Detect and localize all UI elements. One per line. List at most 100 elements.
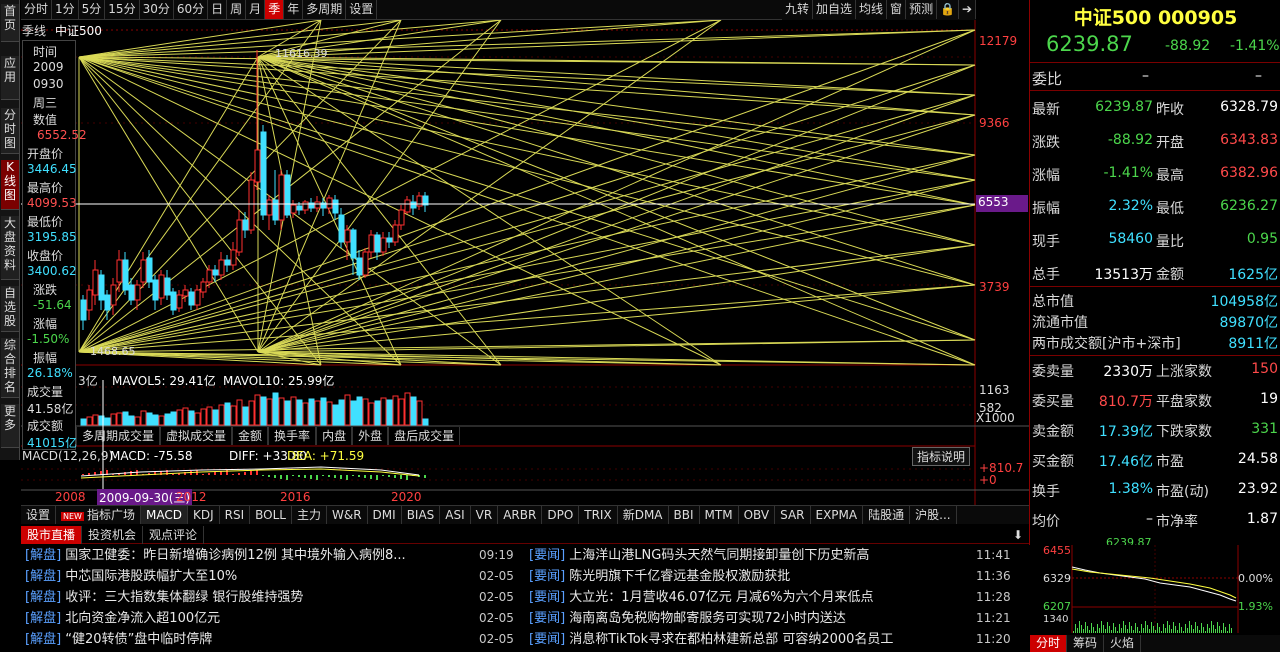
nav-timeshare[interactable]: 分时图 <box>1 108 19 154</box>
period-tab-6[interactable]: 日 <box>208 0 228 19</box>
indicator-tab-1[interactable]: NEW 指标广场 <box>56 506 141 524</box>
indicator-tab-5[interactable]: BOLL <box>250 506 292 524</box>
news-item[interactable]: [要闻] 上海洋山港LNG码头天然气同期接卸量创下历史新高 <box>529 545 969 566</box>
news-item[interactable]: [要闻] 消息称TikTok寻求在都柏林建新总部 可容纳2000名员工 <box>529 629 969 650</box>
indicator-help-button[interactable]: 指标说明 <box>912 447 971 466</box>
volume-tab-6[interactable]: 盘后成交量 <box>388 427 461 445</box>
indicator-tab-6[interactable]: 主力 <box>292 506 327 524</box>
news-item[interactable]: [解盘] 北向资金净流入超100亿元 <box>25 608 465 629</box>
indicator-tab-14[interactable]: TRIX <box>579 506 618 524</box>
mini-volume-bar <box>1183 631 1184 633</box>
quote-value: 1625亿 <box>1228 267 1278 283</box>
nav-ranking[interactable]: 综合排名 <box>1 338 19 398</box>
quote-label: 最高 <box>1156 168 1184 184</box>
volume-bar <box>170 411 177 426</box>
indicator-tab-18[interactable]: OBV <box>739 506 776 524</box>
indicator-tab-12[interactable]: ARBR <box>498 506 543 524</box>
indicator-tab-9[interactable]: BIAS <box>402 506 441 524</box>
indicator-tab-13[interactable]: DPO <box>542 506 580 524</box>
tab-opinion[interactable]: 观点评论 <box>143 526 205 544</box>
nav-watchlist[interactable]: 自选股 <box>1 286 19 332</box>
nav-more[interactable]: 更多 <box>1 404 19 448</box>
period-tab-7[interactable]: 周 <box>227 0 247 19</box>
forecast-button[interactable]: 预测 <box>906 0 938 19</box>
info-amp: 26.18% <box>27 366 73 380</box>
mini-volume-bar <box>1137 627 1138 633</box>
indicator-tab-4[interactable]: RSI <box>220 506 251 524</box>
nav-apps[interactable]: 应用 <box>1 56 19 100</box>
period-tab-5[interactable]: 60分 <box>174 0 209 19</box>
macd-bar <box>268 475 270 477</box>
news-item[interactable]: [解盘] “健20转债”盘中临时停牌 <box>25 629 465 650</box>
news-item[interactable]: [要闻] 海南离岛免税购物邮寄服务可实现72小时内送达 <box>529 608 969 629</box>
indicator-tab-19[interactable]: SAR <box>775 506 811 524</box>
indicator-tab-22[interactable]: 沪股... <box>910 506 957 524</box>
info-time-value: 2009 <box>33 60 64 74</box>
indicator-tab-17[interactable]: MTM <box>700 506 739 524</box>
indicator-tab-3[interactable]: KDJ <box>188 506 220 524</box>
volume-bar <box>230 405 237 426</box>
mini-volume-bar <box>1095 631 1096 633</box>
lock-icon[interactable]: 🔒 <box>937 0 960 19</box>
ma-button[interactable]: 均线 <box>856 0 888 19</box>
period-tab-8[interactable]: 月 <box>246 0 266 19</box>
tab-live[interactable]: 股市直播 <box>21 526 83 544</box>
volume-tab-5[interactable]: 外盘 <box>352 427 389 445</box>
period-tab-1[interactable]: 1分 <box>52 0 79 19</box>
period-tab-9[interactable]: 季 <box>265 0 285 19</box>
indicator-tab-16[interactable]: BBI <box>669 506 700 524</box>
volume-bar <box>308 398 315 426</box>
indicator-tab-8[interactable]: DMI <box>368 506 402 524</box>
candle-body <box>266 199 273 216</box>
indicator-tab-7[interactable]: W&R <box>327 506 368 524</box>
indicator-tab-0[interactable]: 设置 <box>21 506 57 524</box>
nav-kline[interactable]: K线图 <box>1 160 19 210</box>
volume-tab-1[interactable]: 虚拟成交量 <box>160 427 233 445</box>
mini-volume-bar <box>1097 624 1098 633</box>
period-tab-11[interactable]: 多周期 <box>303 0 347 19</box>
news-item[interactable]: [解盘] 国家卫健委：昨日新增确诊病例12例 其中境外输入病例8... <box>25 545 465 566</box>
info-amp-label: 振幅 <box>33 351 58 365</box>
volume-tab-4[interactable]: 内盘 <box>316 427 353 445</box>
macd-head: MACD(12,26,9) <box>22 449 114 463</box>
indicator-tab-20[interactable]: EXPMA <box>811 506 864 524</box>
exit-icon[interactable]: ➔ <box>959 0 977 19</box>
indicator-tab-2[interactable]: MACD <box>140 506 188 524</box>
mini-tab-flame[interactable]: 火焰 <box>1104 635 1142 652</box>
candle-body <box>212 269 219 276</box>
mini-tab-chips[interactable]: 筹码 <box>1067 635 1105 652</box>
period-tab-2[interactable]: 5分 <box>79 0 106 19</box>
volume-tab-2[interactable]: 金额 <box>232 427 269 445</box>
news-item[interactable]: [解盘] 中芯国际港股跌幅扩大至10% <box>25 566 465 587</box>
mini-tab-timeshare[interactable]: 分时 <box>1030 635 1068 652</box>
indicator-tab-21[interactable]: 陆股通 <box>863 506 911 524</box>
period-tab-4[interactable]: 30分 <box>140 0 174 19</box>
period-tab-12[interactable]: 设置 <box>346 0 378 19</box>
nine-turn-button[interactable]: 九转 <box>782 0 814 19</box>
news-time: 02-05 <box>479 632 514 646</box>
nav-market-data[interactable]: 大盘资料 <box>1 216 19 280</box>
volume-tab-3[interactable]: 换手率 <box>268 427 317 445</box>
news-item[interactable]: [解盘] 收评：三大指数集体翻绿 银行股维持强势 <box>25 587 465 608</box>
news-item[interactable]: [要闻] 陈光明旗下千亿睿远基金股权激励获批 <box>529 566 969 587</box>
news-time: 11:36 <box>976 569 1011 583</box>
volume-tab-0[interactable]: 多周期成交量 <box>76 427 161 445</box>
mini-volume-bar <box>1117 631 1118 633</box>
volume-bar <box>380 397 387 426</box>
nav-home[interactable]: 首页 <box>1 4 19 42</box>
news-item[interactable]: [要闻] 大立光：1月营收46.07亿元 月减6%为六个月来低点 <box>529 587 969 608</box>
mini-volume-bar <box>1225 627 1226 633</box>
window-button[interactable]: 窗 <box>887 0 907 19</box>
indicator-tab-15[interactable]: 新DMA <box>618 506 669 524</box>
indicator-tab-11[interactable]: VR <box>471 506 499 524</box>
price-pct: -1.41% <box>1230 38 1280 54</box>
indicator-tab-10[interactable]: ASI <box>440 506 471 524</box>
tab-opportunity[interactable]: 投资机会 <box>82 526 144 544</box>
period-tab-3[interactable]: 15分 <box>105 0 140 19</box>
add-watchlist-button[interactable]: 加自选 <box>813 0 857 19</box>
period-tab-0[interactable]: 分时 <box>21 0 53 19</box>
quote-value: 19 <box>1260 391 1278 407</box>
download-icon[interactable]: ⬇ <box>1007 526 1029 544</box>
period-tab-10[interactable]: 年 <box>284 0 304 19</box>
candle-body <box>410 201 417 209</box>
